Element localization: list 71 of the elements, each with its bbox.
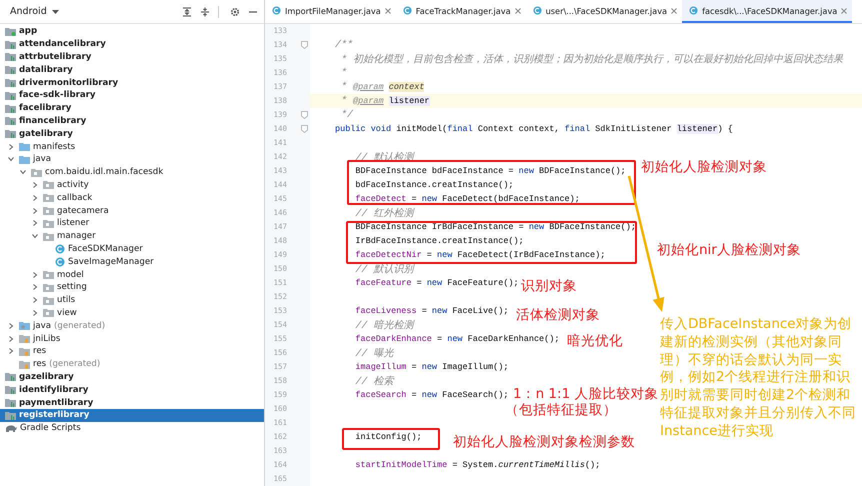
annotation-note: 初始化人脸检测对象检测参数 (453, 434, 635, 450)
code-line: /** (335, 40, 354, 50)
editor-tab[interactable]: ImportFileManager.java (265, 0, 396, 23)
annotation-note: 活体检测对象 (516, 307, 600, 323)
tree-item[interactable]: datalibrary (0, 63, 264, 76)
tree-item[interactable]: utils (0, 294, 264, 307)
editor-tab[interactable]: FaceTrackManager.java (396, 0, 526, 23)
tree-item[interactable]: gatecamera (0, 204, 264, 217)
code-line: imageIllum = new ImageIllum(); (355, 362, 508, 372)
editor-tab[interactable]: facesdk\...\FaceSDKManager.java (682, 0, 852, 23)
code-line: faceDetect = new FaceDetect(bdFaceInstance); (355, 194, 580, 204)
tree-item[interactable]: activity (0, 178, 264, 192)
code-line: // 默认识别 (355, 263, 414, 276)
tree-item[interactable]: setting (0, 280, 264, 294)
code-line: startInitModelTime = System.currentTimeMillis(); (355, 460, 600, 470)
tree-item[interactable]: Gradle Scripts (0, 422, 264, 434)
annotation-note: 初始化nir人脸检测对象 (657, 242, 801, 258)
tree-item[interactable]: gatelibrary (0, 127, 264, 140)
tree-item[interactable]: gazelibrary (0, 370, 264, 384)
code-line: faceSearch = new FaceSearch(); (355, 390, 508, 400)
code-line: faceDetectNir = new FaceDetect(IrBdFaceInstance); (355, 250, 606, 260)
callout-note: 传入DBFaceInstance对象为创建新的检测实例（其他对象同理）不穿的话会默认为同一实例，例如2个线程进行注册和识别时就需要同时创建2个检测和特征提取对象并且分别传入不同Instance进行实现 (660, 316, 857, 441)
code-line: * @param context (340, 82, 424, 92)
code-line: * (340, 68, 348, 78)
annotation-note: 识别对象 (521, 278, 577, 294)
code-line: // 暗光检测 (355, 318, 414, 332)
tree-item[interactable]: financelibrary (0, 114, 264, 128)
tree-item[interactable]: app (0, 25, 264, 38)
tree-item[interactable]: res (generated) (0, 358, 264, 371)
tree-item[interactable]: face-sdk-library (0, 88, 264, 102)
tree-item[interactable]: SaveImageManager (0, 255, 264, 268)
tree-item[interactable]: drivermonitorlibrary (0, 76, 264, 89)
code-line: BDFaceInstance bdFaceInstance = new BDFaceInstance(); (355, 166, 626, 176)
code-line: // 红外检测 (355, 206, 414, 220)
tree-item[interactable]: paymentlibrary (0, 396, 264, 409)
code-line: BDFaceInstance IrBdFaceInstance = new BDFaceInstance(); (355, 222, 636, 232)
editor-tab[interactable]: user\...\FaceSDKManager.java (526, 0, 682, 23)
tree-item[interactable]: FaceSDKManager (0, 242, 264, 256)
tree-item[interactable]: registerlibrary (0, 408, 264, 422)
tree-item[interactable]: manager (0, 230, 264, 243)
project-view-selector[interactable]: Android (10, 6, 47, 17)
tree-item[interactable]: attendancelibrary (0, 38, 264, 51)
code-line: public void initModel(final Context context, final SdkInitListener listener) { (335, 124, 733, 134)
tree-item[interactable]: java (generated) (0, 319, 264, 332)
code-line: faceDarkEnhance = new FaceDarkEnhance(); (355, 334, 560, 344)
code-line: // 曝光 (355, 346, 394, 360)
tree-item[interactable]: manifests (0, 140, 264, 153)
code-line: faceLiveness = new FaceLive(); (355, 306, 508, 316)
tree-item[interactable]: facelibrary (0, 102, 264, 115)
annotation-note: 初始化人脸检测对象 (641, 159, 767, 175)
code-line: bdFaceInstance.creatInstance(); (355, 180, 514, 190)
tree-item[interactable]: com.baidu.idl.main.facesdk (0, 166, 264, 179)
tree-item[interactable]: attrbutelibrary (0, 50, 264, 64)
tree-item[interactable]: listener (0, 216, 264, 230)
annotation-note: 1：n 1:1 人脸比较对象 (513, 386, 658, 402)
tree-item[interactable]: res (0, 344, 264, 358)
tree-item[interactable]: view (0, 306, 264, 320)
tree-item[interactable]: callback (0, 191, 264, 204)
code-line: */ (340, 110, 354, 120)
code-line: * @param listener (340, 96, 430, 106)
code-line: IrBdFaceInstance.creatInstance(); (355, 236, 524, 246)
tree-item[interactable]: jniLibs (0, 332, 264, 345)
code-line: * 初始化模型，目前包含检查，活体，识别模型；因为初始化是顺序执行，可以在最好初始化回掉中返回状态结果 (340, 52, 844, 66)
code-line: faceFeature = new FaceFeature(); (355, 278, 519, 288)
tree-item[interactable]: model (0, 268, 264, 281)
annotation-note: （包括特征提取） (505, 402, 617, 418)
tree-item[interactable]: identifylibrary (0, 383, 264, 396)
tree-item[interactable]: java (0, 152, 264, 166)
code-line: // 检索 (355, 374, 394, 388)
code-line: initConfig(); (355, 432, 422, 442)
annotation-note: 暗光优化 (567, 333, 623, 349)
